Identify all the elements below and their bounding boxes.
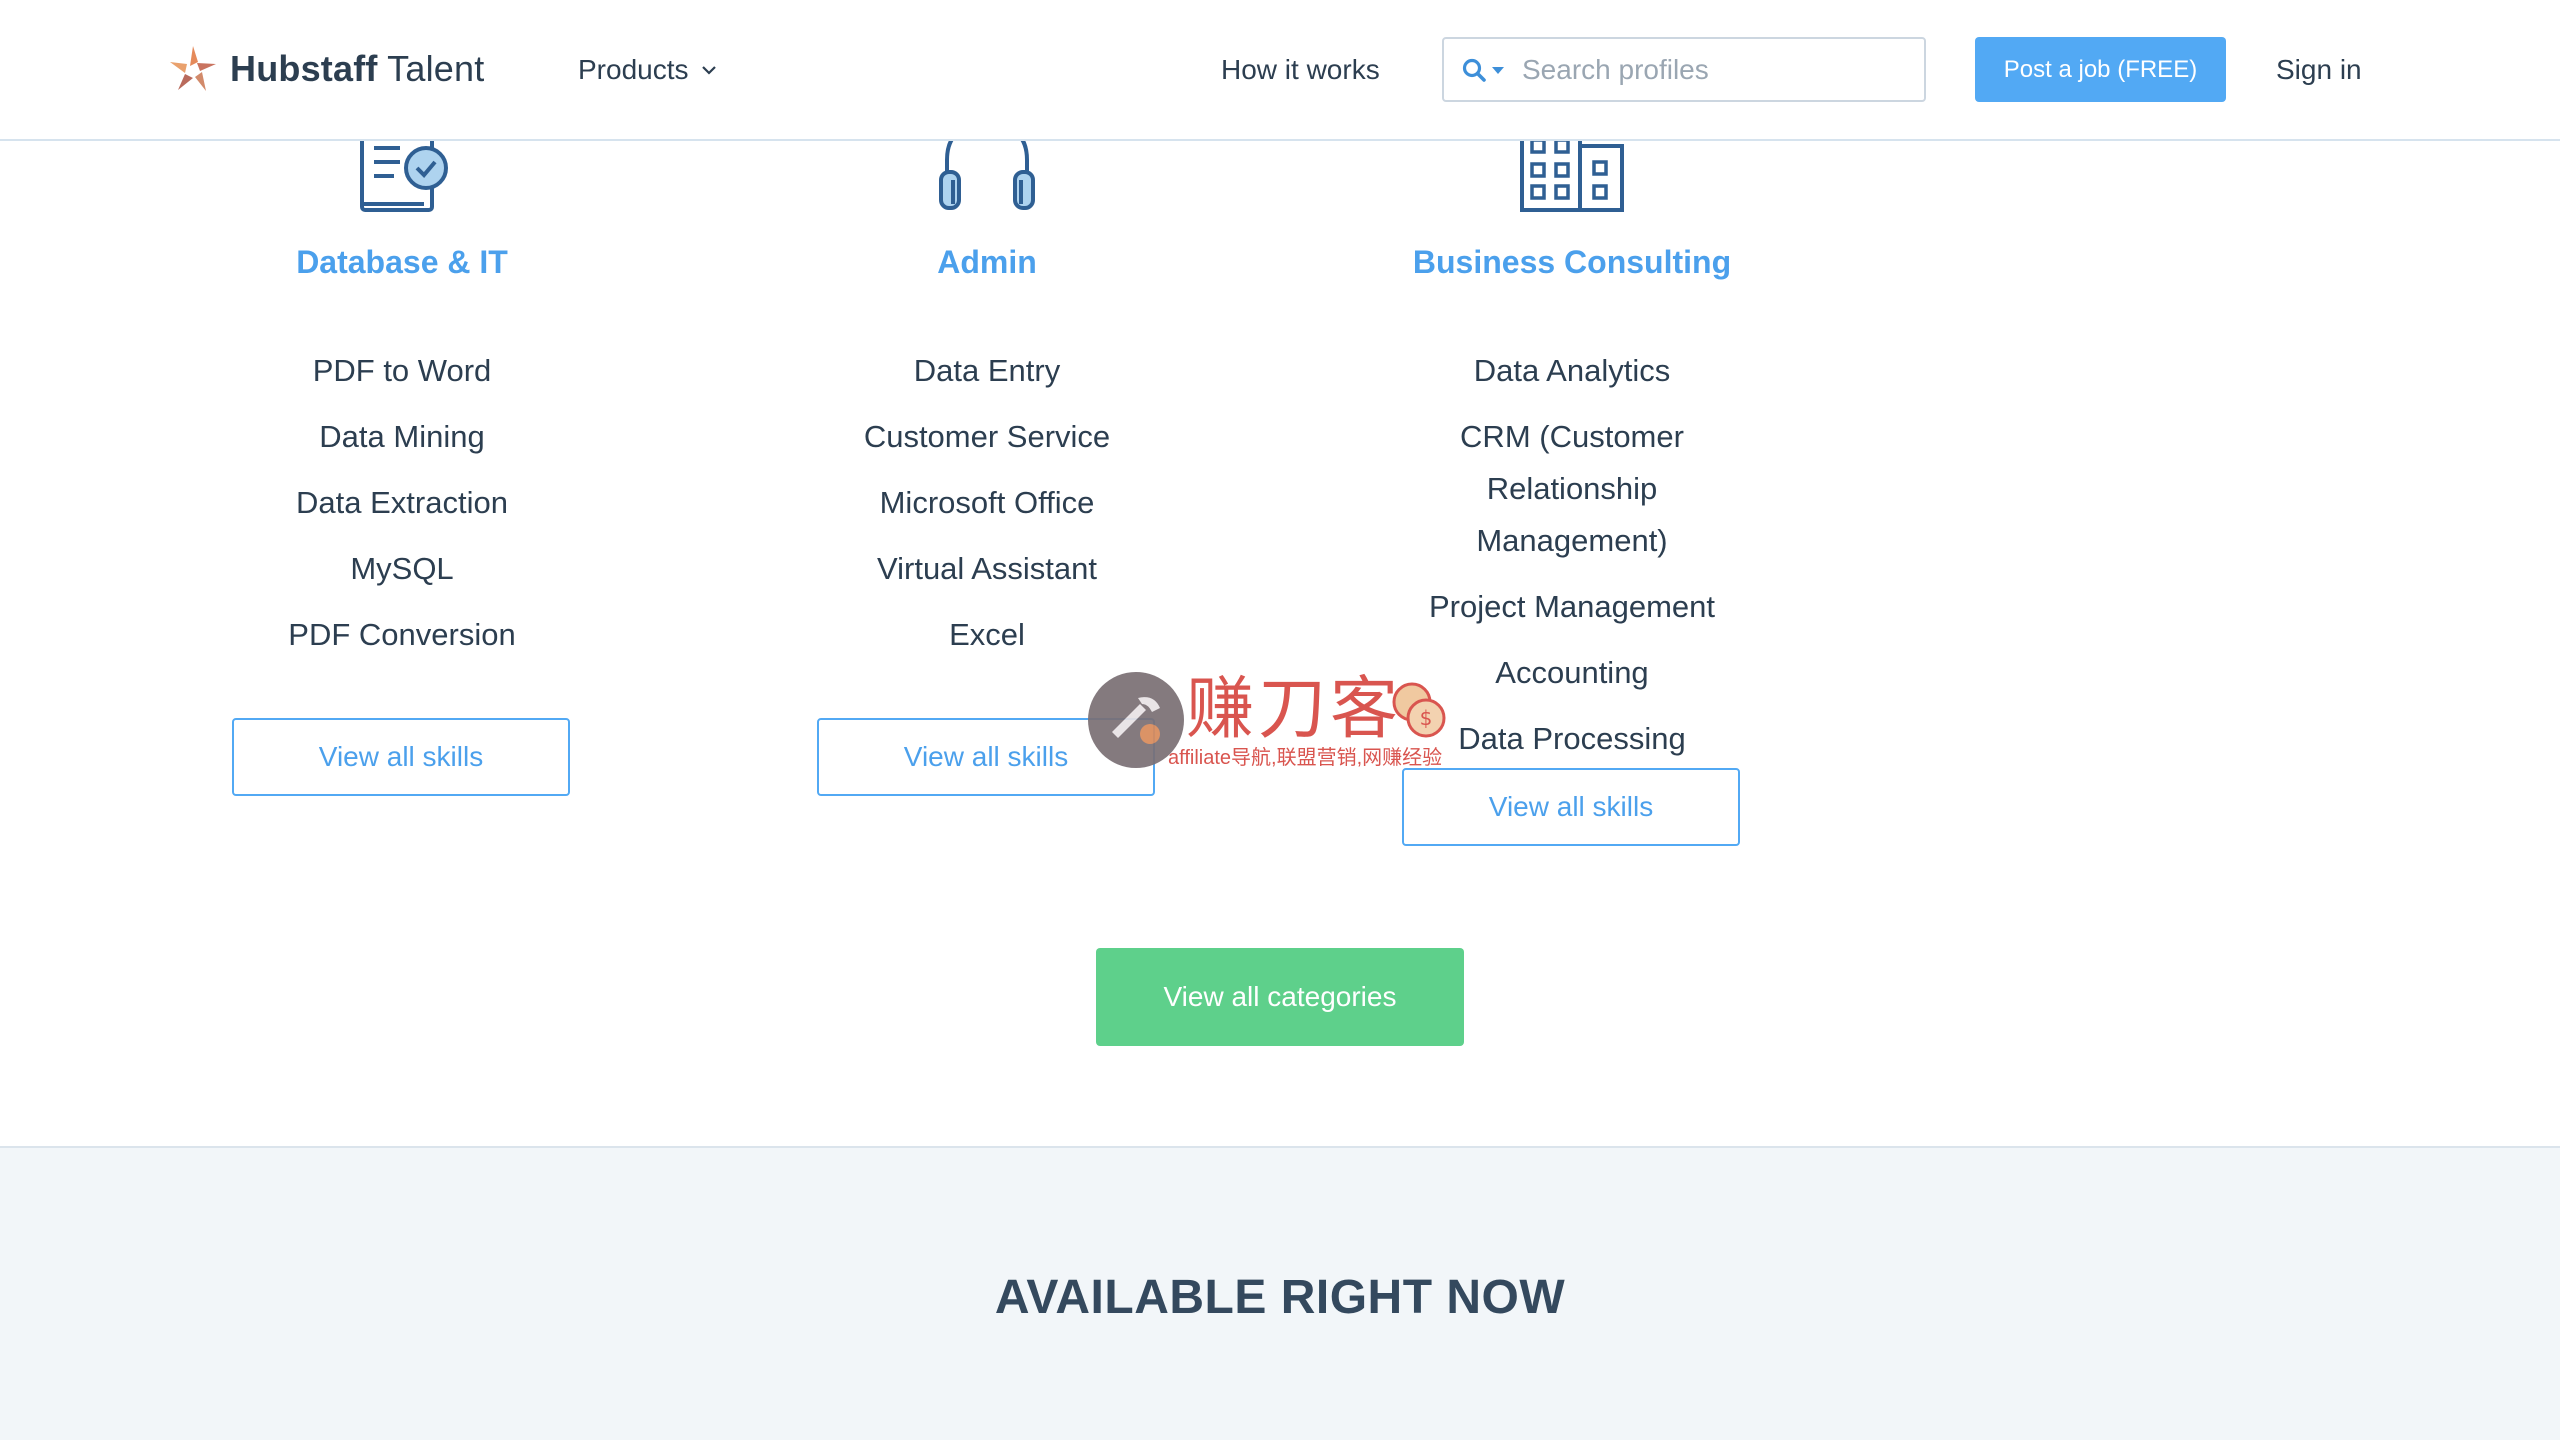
site-header: Hubstaff Talent Products How it works Po…: [0, 0, 2560, 141]
category-title[interactable]: Admin: [727, 244, 1247, 281]
available-now-section: AVAILABLE RIGHT NOW: [0, 1146, 2560, 1440]
search-input[interactable]: [1522, 39, 1902, 100]
skills-list: Data Entry Customer Service Microsoft Of…: [727, 338, 1247, 668]
skill-link[interactable]: Microsoft Office: [727, 470, 1247, 536]
category-title[interactable]: Database & IT: [142, 244, 662, 281]
skill-link[interactable]: Data Mining: [142, 404, 662, 470]
how-it-works-link[interactable]: How it works: [1221, 50, 1380, 90]
view-all-categories-button[interactable]: View all categories: [1096, 948, 1464, 1046]
skill-link[interactable]: Data Extraction: [142, 470, 662, 536]
search-icon: [1462, 58, 1486, 82]
hubstaff-talent-logo[interactable]: Hubstaff Talent: [168, 44, 484, 94]
available-heading: AVAILABLE RIGHT NOW: [994, 1271, 1566, 1324]
chevron-down-icon: [701, 66, 716, 75]
search-type-dropdown[interactable]: [1444, 39, 1522, 100]
skill-link[interactable]: PDF to Word: [142, 338, 662, 404]
skill-link[interactable]: Data Entry: [727, 338, 1247, 404]
post-job-button[interactable]: Post a job (FREE): [1975, 37, 2226, 102]
view-all-skills-button[interactable]: View all skills: [817, 718, 1155, 796]
skill-link[interactable]: PDF Conversion: [142, 602, 662, 668]
view-all-skills-button[interactable]: View all skills: [232, 718, 570, 796]
search-profiles-box: [1442, 37, 1926, 102]
skill-link[interactable]: MySQL: [142, 536, 662, 602]
skill-link[interactable]: Customer Service: [727, 404, 1247, 470]
skill-link[interactable]: Virtual Assistant: [727, 536, 1247, 602]
caret-down-icon: [1492, 66, 1504, 74]
sign-in-link[interactable]: Sign in: [2276, 50, 2362, 90]
logo-text-light: Talent: [387, 48, 485, 89]
skill-link[interactable]: Data Processing: [1312, 706, 1832, 772]
skill-link[interactable]: CRM (Customer Relationship Management): [1312, 404, 1832, 574]
logo-text: Hubstaff Talent: [230, 48, 484, 90]
skill-link[interactable]: Project Management: [1312, 574, 1832, 640]
view-all-skills-button[interactable]: View all skills: [1402, 768, 1740, 846]
skills-list: Data Analytics CRM (Customer Relationshi…: [1312, 338, 1832, 772]
products-menu[interactable]: Products: [578, 50, 719, 90]
skill-link[interactable]: Accounting: [1312, 640, 1832, 706]
skills-list: PDF to Word Data Mining Data Extraction …: [142, 338, 662, 668]
products-label: Products: [578, 54, 689, 85]
hubstaff-star-logo-icon: [170, 46, 216, 91]
category-title[interactable]: Business Consulting: [1312, 244, 1832, 281]
skill-link[interactable]: Excel: [727, 602, 1247, 668]
logo-text-bold: Hubstaff: [230, 48, 378, 89]
skill-link[interactable]: Data Analytics: [1312, 338, 1832, 404]
